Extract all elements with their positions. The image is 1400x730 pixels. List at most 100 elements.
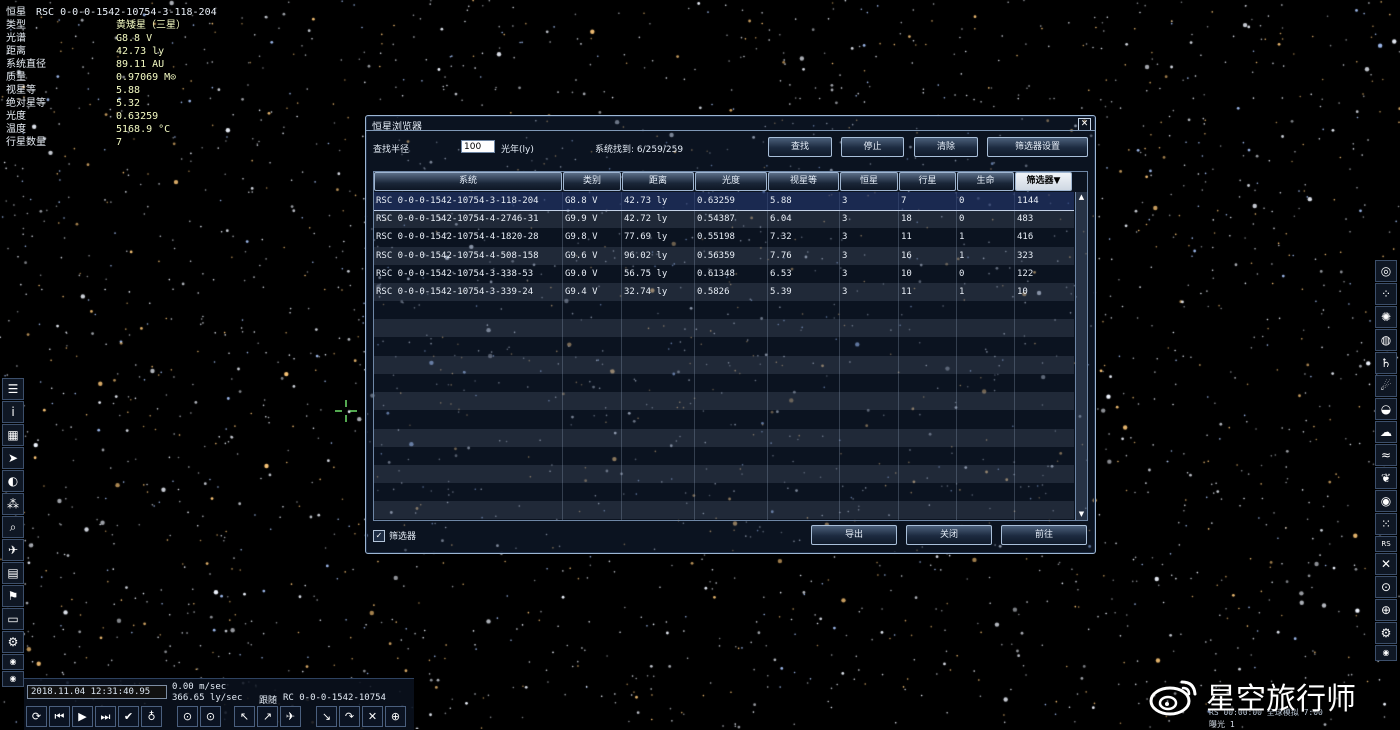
black-hole-icon[interactable]: ◍ xyxy=(1375,329,1397,351)
stop-button[interactable]: 停止 xyxy=(841,137,904,157)
table-cell: 122 xyxy=(1017,268,1034,279)
globe-icon[interactable]: ⊕ xyxy=(1375,599,1397,621)
close-button[interactable]: 关闭 xyxy=(906,525,992,545)
column-header[interactable]: 视星等 xyxy=(768,172,839,191)
stars-icon[interactable]: ⁂ xyxy=(2,493,24,515)
export-button[interactable]: 导出 xyxy=(811,525,897,545)
orbit-icon[interactable]: ⊙ xyxy=(1375,576,1397,598)
expand-icon[interactable]: ✕ xyxy=(1375,553,1397,575)
info-value: 5.88 xyxy=(116,85,141,96)
flag-icon[interactable]: ⚑ xyxy=(2,585,24,607)
radius-input[interactable] xyxy=(461,140,495,153)
nebula-icon[interactable]: ✺ xyxy=(1375,306,1397,328)
info-row: 行星数量 7 xyxy=(6,136,217,149)
follow-target: RC 0-0-0-1542-10754 xyxy=(283,693,386,703)
playback-control-icon[interactable]: ⊙ xyxy=(200,706,221,727)
column-header[interactable]: 类别 xyxy=(563,172,621,191)
table-cell: G9.8 V xyxy=(565,232,598,243)
column-header[interactable]: 筛选器▼ xyxy=(1015,172,1072,191)
filter-settings-button[interactable]: 筛选器设置 xyxy=(987,137,1088,157)
grid-dots-icon[interactable]: ⁙ xyxy=(1375,513,1397,535)
table-row[interactable]: RSC 0-0-0-1542-10754-3-338-53 G9.0 V 56.75… xyxy=(374,265,1074,283)
info-icon[interactable]: i xyxy=(2,401,24,423)
playback-control-icon[interactable]: ⏭ xyxy=(95,706,116,727)
comet-icon[interactable]: ➤ xyxy=(2,447,24,469)
playback-control-icon[interactable]: ↖ xyxy=(234,706,255,727)
scroll-down-icon[interactable]: ▼ xyxy=(1076,509,1087,520)
column-header[interactable]: 行星 xyxy=(899,172,956,191)
clear-button[interactable]: 清除 xyxy=(914,137,978,157)
script-icon[interactable]: ▤ xyxy=(2,562,24,584)
table-scrollbar[interactable]: ▲ ▼ xyxy=(1075,192,1087,520)
playback-control-icon[interactable]: ⊕ xyxy=(385,706,406,727)
comet-tail-icon[interactable]: ☄ xyxy=(1375,375,1397,397)
camera-icon[interactable]: ◉ xyxy=(2,671,24,687)
rs-icon[interactable]: RS xyxy=(1375,536,1397,552)
ship-icon[interactable]: ✈ xyxy=(2,539,24,561)
faces-icon[interactable]: ◐ xyxy=(2,470,24,492)
empty-table-row xyxy=(374,319,1074,338)
playback-control-icon[interactable]: ↷ xyxy=(339,706,360,727)
table-row[interactable]: RSC 0-0-0-1542-10754-4-2746-31 G9.9 V 42.7… xyxy=(374,210,1074,229)
monitor-icon[interactable]: ▭ xyxy=(2,608,24,630)
search-icon[interactable]: ⌕ xyxy=(2,516,24,538)
playback-control-icon[interactable]: ⏮ xyxy=(49,706,70,727)
follow-label: 跟随 xyxy=(259,696,278,706)
settings-icon[interactable]: ⚙ xyxy=(1375,622,1397,644)
table-cell: RSC 0-0-0-1542-10754-3-338-53 xyxy=(376,268,534,279)
star-cluster-icon[interactable]: ⁘ xyxy=(1375,283,1397,305)
empty-table-row xyxy=(374,483,1074,501)
playback-control-icon[interactable]: ✕ xyxy=(362,706,383,727)
settings-icon[interactable]: ⚙ xyxy=(2,631,24,653)
filter-checkbox[interactable]: ✓ xyxy=(373,529,385,542)
playback-control-icon[interactable]: ↗ xyxy=(257,706,278,727)
table-row[interactable]: RSC 0-0-0-1542-10754-4-508-158 G9.6 V 96.0… xyxy=(374,246,1074,265)
table-cell: 0 xyxy=(959,196,965,206)
column-header[interactable]: 恒星 xyxy=(840,172,898,191)
filter-checkbox-row[interactable]: ✓ 筛选器 xyxy=(373,529,416,542)
info-label: 光度 xyxy=(6,111,26,122)
goto-button[interactable]: 前往 xyxy=(1001,525,1087,545)
calendar-grid-icon[interactable]: ▦ xyxy=(2,424,24,446)
scroll-up-icon[interactable]: ▲ xyxy=(1076,192,1087,203)
water-icon[interactable]: ≈ xyxy=(1375,444,1397,466)
find-button[interactable]: 查找 xyxy=(768,137,832,157)
info-title-value: RSC 0-0-0-1542-10754-3-118-204 xyxy=(36,7,217,18)
playback-control-icon[interactable]: ⊙ xyxy=(177,706,198,727)
table-row[interactable]: RSC 0-0-0-1542-10754-4-1820-28 G9.8 V 77.6… xyxy=(374,228,1074,246)
galaxy-icon[interactable]: ◎ xyxy=(1375,260,1397,282)
radius-unit: 光年(ly) xyxy=(501,145,534,155)
datetime-field[interactable]: 2018.11.04 12:31:40.95 xyxy=(27,685,167,699)
right-toolbar: ◎ ⁘ ✺ ◍ ♄ ☄ ◒ ☁ ≈ ❦ ◉ ⁙ RS ✕ ⊙ ⊕ ⚙ ◉ xyxy=(1375,260,1399,662)
playback-control-icon[interactable]: ▶ xyxy=(72,706,93,727)
record-icon[interactable]: ◉ xyxy=(2,654,24,670)
column-header[interactable]: 光度 xyxy=(695,172,767,191)
record-icon[interactable]: ◉ xyxy=(1375,645,1397,661)
table-cell: 323 xyxy=(1017,250,1034,261)
playback-control-icon[interactable]: ↘ xyxy=(316,706,337,727)
info-value: 7 xyxy=(116,137,123,148)
info-value: G8.8 V xyxy=(116,33,153,44)
column-header[interactable]: 生命 xyxy=(957,172,1014,191)
playback-control-icon[interactable]: ⟳ xyxy=(26,706,47,727)
vegetation-icon[interactable]: ❦ xyxy=(1375,467,1397,489)
column-header[interactable]: 系统 xyxy=(374,172,562,191)
menu-icon[interactable]: ☰ xyxy=(2,378,24,400)
eye-icon[interactable]: ◉ xyxy=(1375,490,1397,512)
playback-control-icon[interactable]: ✈ xyxy=(280,706,301,727)
playback-control-icon[interactable]: ✔ xyxy=(118,706,139,727)
table-row[interactable]: RSC 0-0-0-1542-10754-3-339-24 G9.4 V 32.74… xyxy=(374,283,1074,301)
info-row: 系统直径 89.11 AU xyxy=(6,58,217,71)
column-header[interactable]: 距离 xyxy=(622,172,694,191)
empty-table-row xyxy=(374,465,1074,483)
playback-control-icon[interactable]: ♁ xyxy=(141,706,162,727)
planet-rings-icon[interactable]: ♄ xyxy=(1375,352,1397,374)
table-cell: 42.72 ly xyxy=(624,214,668,225)
info-value: 0.63259 xyxy=(116,111,159,122)
cloud-icon[interactable]: ☁ xyxy=(1375,421,1397,443)
watermark-text: 星空旅行师 xyxy=(1206,682,1356,717)
empty-table-row xyxy=(374,355,1074,374)
empty-table-row xyxy=(374,447,1074,465)
atmosphere-icon[interactable]: ◒ xyxy=(1375,398,1397,420)
table-row[interactable]: RSC 0-0-0-1542-10754-3-118-204 G8.8 V 42.7… xyxy=(374,192,1074,211)
